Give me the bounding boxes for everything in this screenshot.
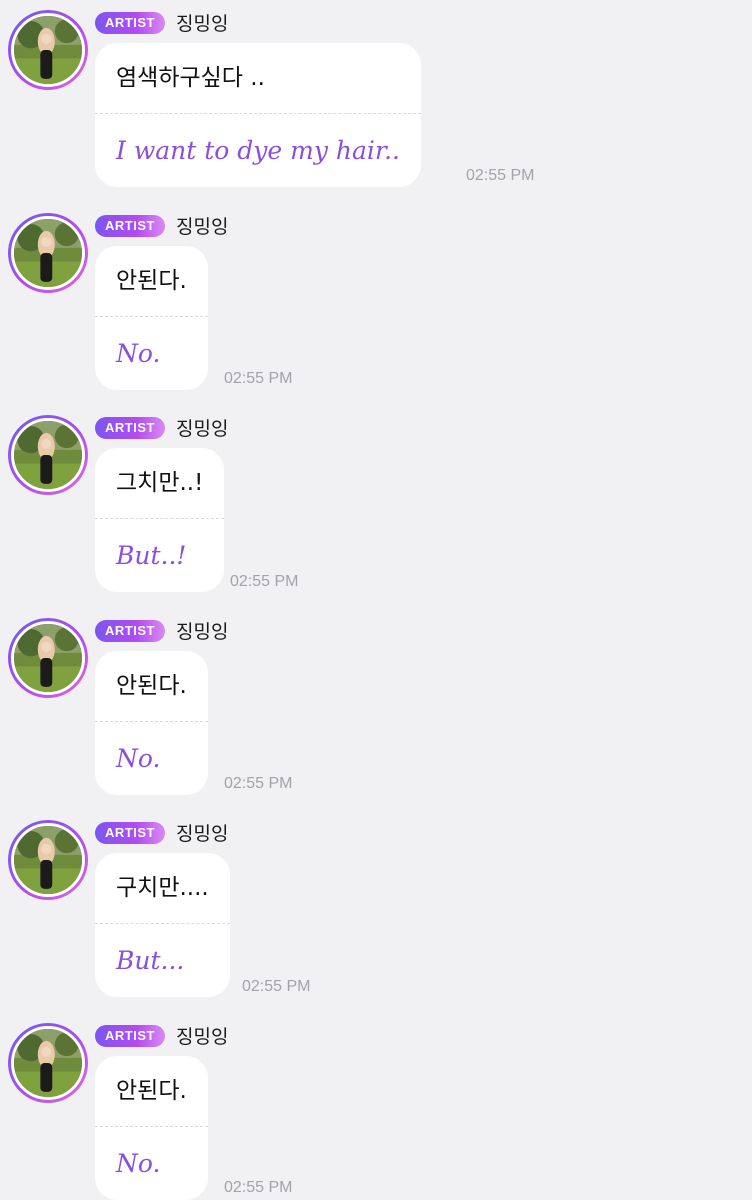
- message-text: 안된다.: [116, 268, 187, 294]
- message-timestamp: 02:55 PM: [224, 775, 293, 792]
- profile-photo-icon: [11, 418, 85, 492]
- avatar[interactable]: [8, 618, 88, 698]
- avatar[interactable]: [8, 415, 88, 495]
- artist-badge: ARTIST: [95, 1025, 165, 1047]
- avatar[interactable]: [8, 1023, 88, 1103]
- translated-text: No.: [116, 1149, 161, 1178]
- translated-text: But...: [116, 946, 185, 975]
- avatar[interactable]: [8, 213, 88, 293]
- sender-name[interactable]: 징밍잉: [176, 617, 228, 644]
- profile-photo-icon: [11, 13, 85, 87]
- message-timestamp: 02:55 PM: [466, 167, 535, 184]
- message-text: 염색하구싶다 ..: [116, 65, 265, 91]
- translated-text: I want to dye my hair..: [116, 136, 401, 165]
- message-timestamp: 02:55 PM: [242, 978, 311, 995]
- message-text: 구치만....: [116, 875, 209, 901]
- message-bubble[interactable]: 안된다. No.: [95, 651, 208, 795]
- message-text: 안된다.: [116, 673, 187, 699]
- sender-name[interactable]: 징밍잉: [176, 819, 228, 846]
- artist-badge: ARTIST: [95, 417, 165, 439]
- message-timestamp: 02:55 PM: [224, 370, 293, 387]
- profile-photo-icon: [11, 216, 85, 290]
- artist-badge: ARTIST: [95, 822, 165, 844]
- message-text: 안된다.: [116, 1078, 187, 1104]
- chat-message-list[interactable]: ARTIST 징밍잉 염색하구싶다 .. I want to dye my ha…: [0, 0, 752, 1200]
- translated-text: But..!: [116, 541, 187, 570]
- message-bubble[interactable]: 그치만..! But..!: [95, 448, 225, 592]
- sender-name[interactable]: 징밍잉: [176, 1022, 228, 1049]
- sender-name[interactable]: 징밍잉: [176, 414, 228, 441]
- message-bubble[interactable]: 안된다. No.: [95, 246, 208, 390]
- profile-photo-icon: [11, 621, 85, 695]
- translated-text: No.: [116, 744, 161, 773]
- message-timestamp: 02:55 PM: [230, 573, 299, 590]
- sender-name[interactable]: 징밍잉: [176, 9, 228, 36]
- artist-badge: ARTIST: [95, 620, 165, 642]
- avatar[interactable]: [8, 820, 88, 900]
- message-bubble[interactable]: 안된다. No.: [95, 1056, 208, 1200]
- avatar[interactable]: [8, 10, 88, 90]
- message-text: 그치만..!: [116, 470, 204, 496]
- message-bubble[interactable]: 염색하구싶다 .. I want to dye my hair..: [95, 43, 422, 187]
- artist-badge: ARTIST: [95, 215, 165, 237]
- profile-photo-icon: [11, 1026, 85, 1100]
- translated-text: No.: [116, 339, 161, 368]
- sender-name[interactable]: 징밍잉: [176, 212, 228, 239]
- message-bubble[interactable]: 구치만.... But...: [95, 853, 230, 997]
- message-timestamp: 02:55 PM: [224, 1179, 293, 1196]
- profile-photo-icon: [11, 823, 85, 897]
- artist-badge: ARTIST: [95, 12, 165, 34]
